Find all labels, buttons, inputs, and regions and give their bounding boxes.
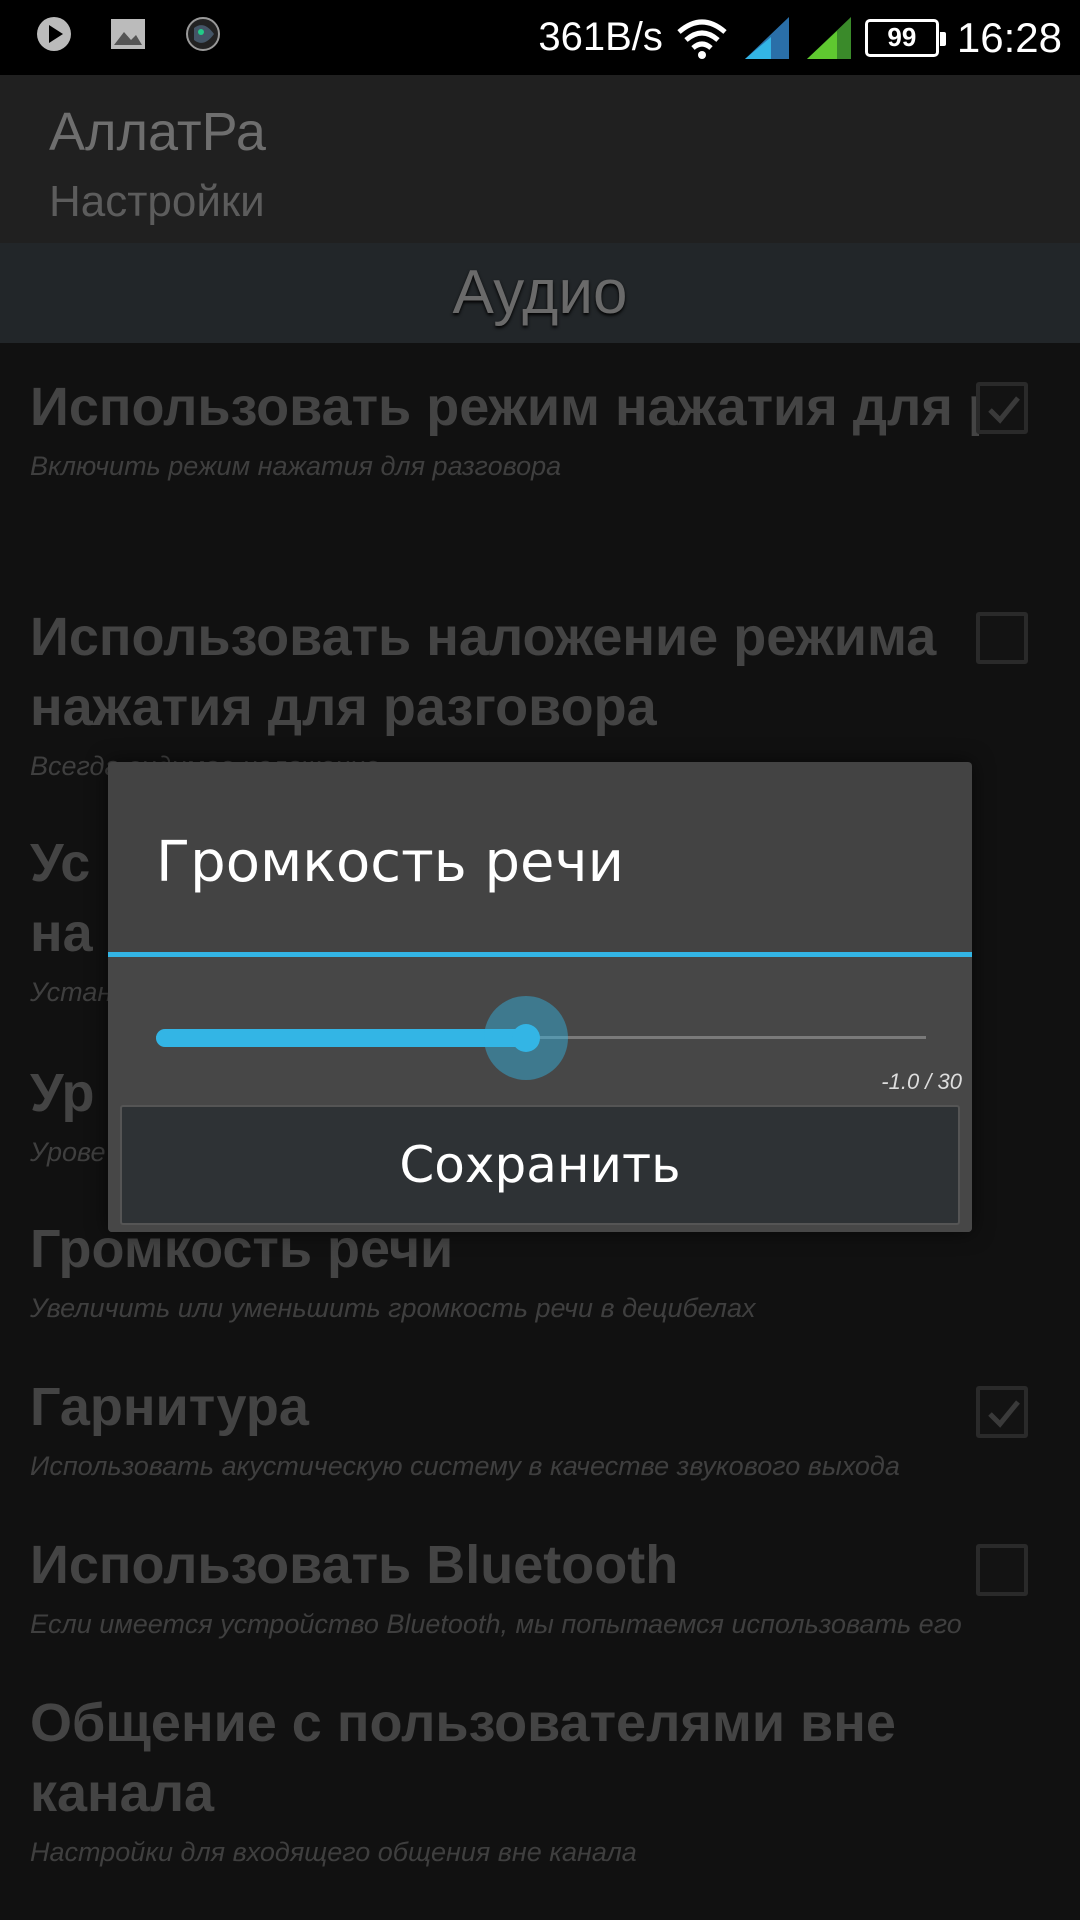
pref-bluetooth[interactable]: Использовать Bluetooth Если имеется устр… [30, 1530, 1040, 1642]
pref-headset[interactable]: Гарнитура Использовать акустическую сист… [30, 1372, 1040, 1484]
signal-sim2-icon [806, 16, 851, 59]
push-to-talk-checkbox[interactable] [976, 382, 1028, 434]
volume-value: -1.0 / 30 [881, 1069, 962, 1094]
wifi-icon [677, 19, 727, 59]
save-button-label: Сохранить [399, 1136, 681, 1194]
checkmark-icon [988, 1400, 1020, 1428]
pref-summary: Настройки для входящего общения вне кана… [30, 1837, 637, 1867]
app-header: АллатРа Настройки [0, 75, 1080, 243]
pref-push-to-talk[interactable]: Использовать режим нажатия для разговора… [30, 372, 1040, 484]
section-title: Аудио [452, 258, 628, 327]
save-button[interactable]: Сохранить [120, 1105, 960, 1225]
slider-thumb[interactable] [512, 1024, 540, 1052]
pref-summary: Включить режим нажатия для разговора [30, 451, 562, 481]
section-header: Аудио [0, 243, 1080, 343]
slider-fill [156, 1029, 526, 1047]
network-speed: 361B/s [538, 15, 663, 59]
pref-title: Использовать режим нажатия для разговора [30, 377, 980, 437]
dialog-title: Громкость речи [156, 830, 624, 895]
push-to-talk-overlay-checkbox[interactable] [976, 612, 1028, 664]
pref-title: Гарнитура [30, 1377, 309, 1437]
checkmark-icon [988, 396, 1020, 424]
bluetooth-checkbox[interactable] [976, 1544, 1028, 1596]
pref-summary: Увеличить или уменьшить громкость речи в… [30, 1293, 756, 1323]
screen-subtitle: Настройки [49, 177, 265, 226]
dialog-body: -1.0 / 30 Сохранить [108, 957, 972, 1232]
headset-checkbox[interactable] [976, 1386, 1028, 1438]
status-bar: 361B/s 99 16:28 [0, 0, 1080, 75]
battery-level: 99 [887, 22, 917, 52]
pref-title: Общение с пользователями вне канала [30, 1693, 896, 1823]
app-notification-icon [186, 17, 220, 51]
play-icon [37, 17, 71, 51]
pref-push-to-talk-overlay[interactable]: Использовать наложение режима нажатия дл… [30, 602, 1040, 784]
pref-summary: Если имеется устройство Bluetooth, мы по… [30, 1609, 962, 1639]
pref-title: Использовать наложение режима нажатия дл… [30, 607, 937, 737]
volume-slider[interactable] [156, 996, 926, 1080]
pref-out-of-channel[interactable]: Общение с пользователями вне канала Наст… [30, 1688, 1040, 1870]
app-title: АллатРа [49, 102, 266, 162]
image-icon [111, 19, 145, 49]
pref-title: Использовать Bluetooth [30, 1535, 679, 1595]
pref-summary: Использовать акустическую систему в каче… [30, 1451, 900, 1481]
signal-sim1-icon [744, 16, 789, 59]
speech-volume-dialog: Громкость речи -1.0 / 30 Сохранить [108, 762, 972, 1232]
battery-icon: 99 [864, 18, 946, 57]
clock: 16:28 [956, 13, 1062, 61]
